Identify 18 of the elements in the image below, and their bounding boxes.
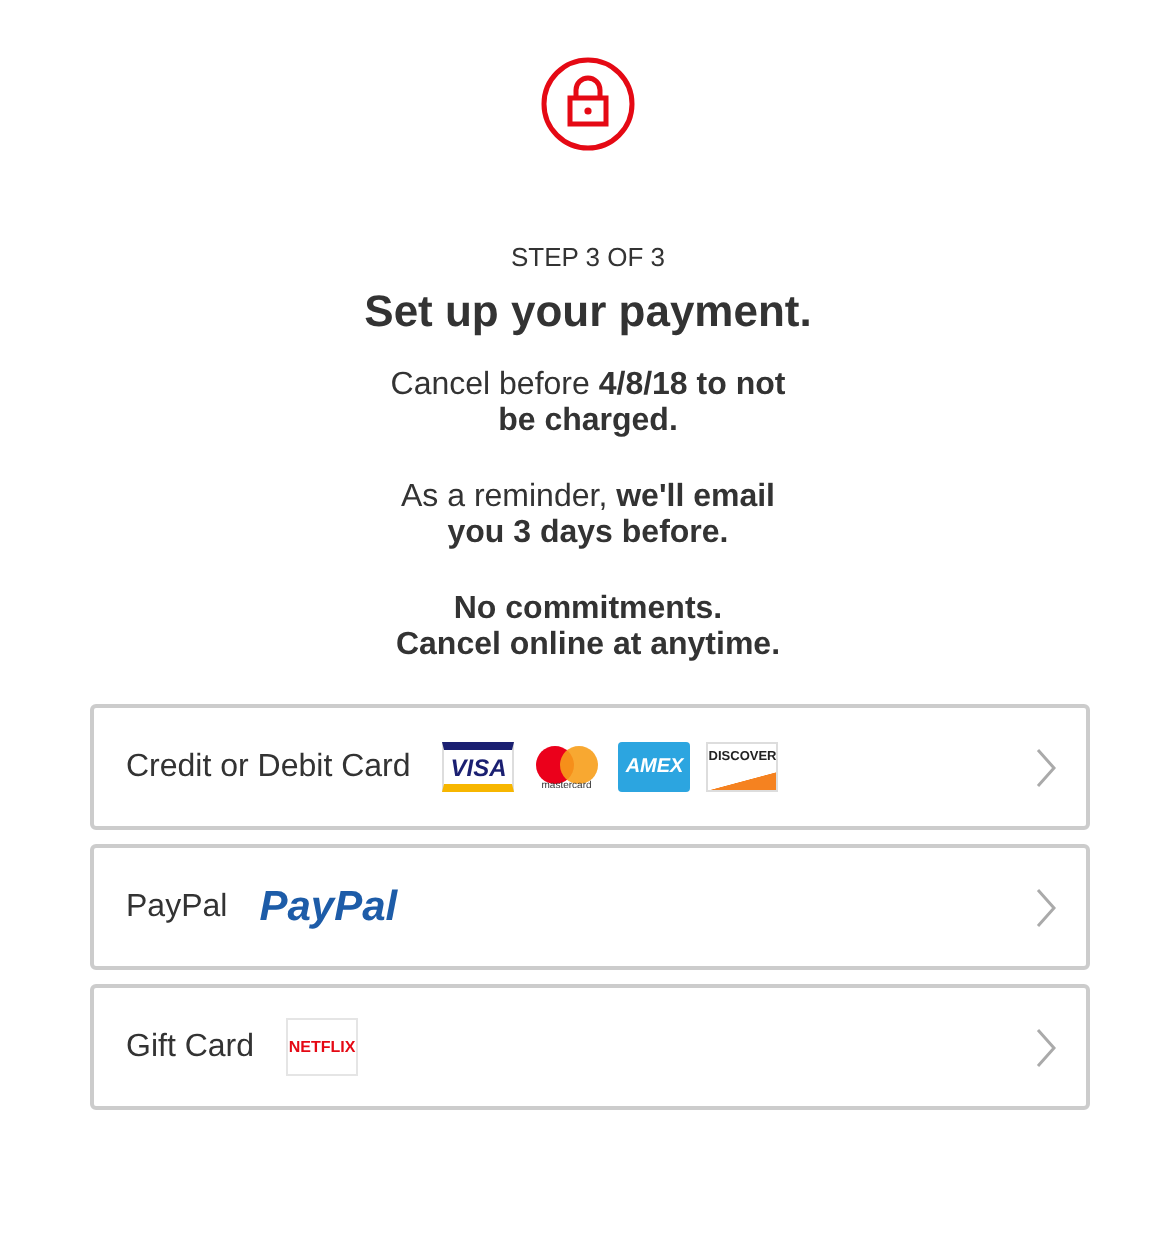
- chevron-right-icon: [1036, 887, 1056, 927]
- chevron-right-icon: [1036, 747, 1056, 787]
- amex-logo: AMEX: [618, 742, 691, 792]
- paypal-logo: PayPal: [259, 886, 398, 928]
- step-indicator: STEP 3 OF 3: [510, 242, 666, 274]
- netflix-logo: NETFLIX: [286, 1018, 359, 1076]
- chevron-right-icon: [1036, 1027, 1056, 1067]
- visa-logo: VISA: [442, 742, 515, 792]
- info-paragraph: No commitments. Cancel online at anytime.: [393, 592, 783, 664]
- option-label: Gift Card: [126, 1027, 255, 1067]
- option-label: Credit or Debit Card: [126, 747, 411, 787]
- payment-option[interactable]: Gift Card NETFLIX: [90, 984, 1090, 1110]
- payment-option[interactable]: PayPal PayPal: [90, 844, 1090, 970]
- lock-icon: [540, 56, 636, 152]
- option-label: PayPal: [126, 887, 228, 927]
- info-paragraph: As a reminder, we'll email you 3 days before.: [398, 480, 777, 552]
- info-paragraph: Cancel before 4/8/18 to not be charged.: [388, 368, 788, 440]
- page-title: Set up your payment.: [364, 286, 812, 338]
